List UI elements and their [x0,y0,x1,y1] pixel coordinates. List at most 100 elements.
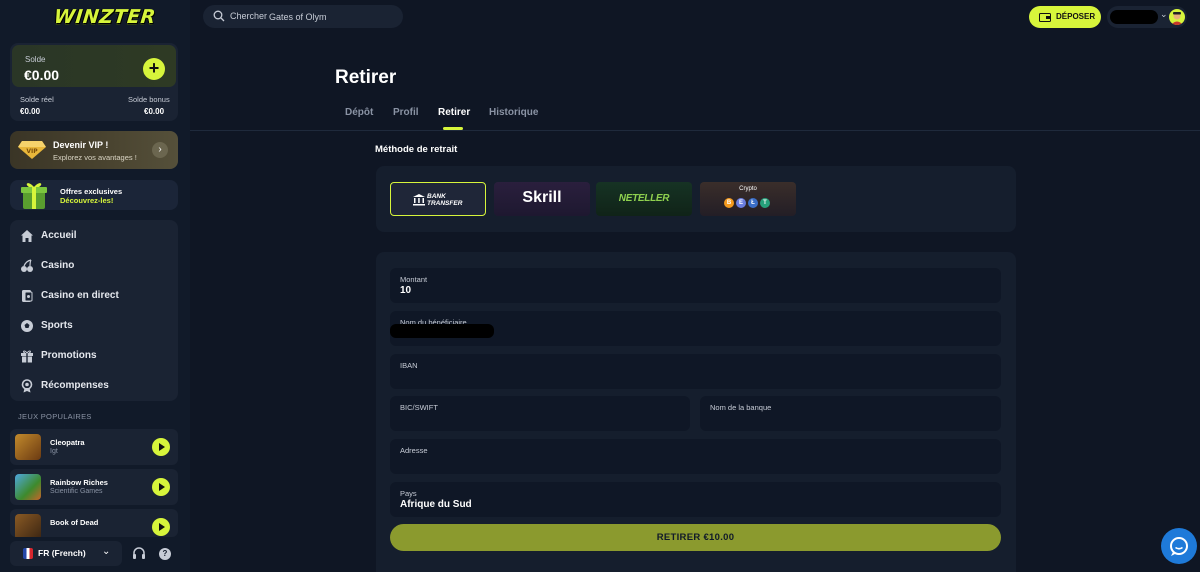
brand-logo[interactable]: WINZTER [53,6,157,28]
popular-games-title: JEUX POPULAIRES [18,412,92,421]
nav-item-rewards[interactable]: Récompenses [10,371,178,401]
search-prefix: Chercher [230,11,268,21]
ethereum-icon: E [736,198,746,208]
method-bank-transfer[interactable]: BANK TRANSFER [390,182,486,216]
balance-label: Solde [25,55,46,64]
gift-box-icon [21,183,47,209]
nav-label: Casino [41,260,75,271]
nav-label: Promotions [41,350,97,361]
tabs-divider [190,130,1200,131]
gift-icon [21,350,33,363]
withdraw-submit-button[interactable]: RETIRER €10.00 [390,524,1001,551]
nav-label: Récompenses [41,380,109,391]
search-input[interactable] [269,8,394,25]
bank-name-input[interactable] [710,413,981,424]
svg-text:VIP: VIP [26,148,38,155]
nav-item-sports[interactable]: Sports [10,311,178,341]
balance-card: Solde €0.00 + Solde réel €0.00 Solde bon… [10,43,178,121]
bank-icon [413,194,425,206]
chat-icon [1170,537,1188,556]
play-icon[interactable] [152,518,170,536]
country-field[interactable]: Pays Afrique du Sud [390,482,1001,517]
game-title: Cleopatra [50,438,85,447]
method-skrill[interactable]: Skrill [494,182,590,216]
game-provider: Scientific Games [50,488,103,495]
vip-subtitle: Explorez vos avantages ! [53,153,137,162]
chevron-right-icon[interactable]: › [152,142,168,158]
chevron-down-icon: ⌄ [1160,9,1168,19]
country-label: Pays [400,489,417,498]
username-redacted [1110,10,1158,24]
balance-summary: Solde €0.00 + [12,45,176,87]
amount-field[interactable]: Montant [390,268,1001,303]
iban-field[interactable]: IBAN [390,354,1001,389]
real-balance-label: Solde réel [20,95,54,104]
game-card[interactable]: Book of Dead [10,509,178,537]
offers-banner[interactable]: Offres exclusives Découvrez-les! [10,180,178,210]
litecoin-icon: Ł [748,198,758,208]
account-menu[interactable]: ⌄ [1107,6,1187,28]
tab-deposit[interactable]: Dépôt [345,107,373,118]
deposit-button[interactable]: DÉPOSER [1029,6,1101,28]
bank-transfer-line1: BANK [427,193,446,200]
tab-history[interactable]: Historique [489,107,538,118]
country-value[interactable]: Afrique du Sud [400,499,950,510]
game-card[interactable]: Rainbow Riches Scientific Games [10,469,178,505]
avatar[interactable] [1169,9,1185,25]
nav-item-live-casino[interactable]: Casino en direct [10,281,178,311]
wallet-icon [1039,13,1051,22]
play-icon[interactable] [152,478,170,496]
amount-label: Montant [400,275,428,284]
iban-input[interactable] [400,371,950,382]
live-casino-icon [22,290,33,302]
bank-name-field[interactable]: Nom de la banque [700,396,1001,431]
offers-title: Offres exclusives [60,187,123,196]
beneficiary-redacted [390,324,494,338]
sidebar: WINZTER Solde €0.00 + Solde réel €0.00 S… [0,0,190,572]
search-bar[interactable]: Chercher [203,5,403,28]
offers-subtitle: Découvrez-les! [60,196,114,205]
bonus-balance-value: €0.00 [144,107,165,116]
play-icon[interactable] [152,438,170,456]
bic-field[interactable]: BIC/SWIFT [390,396,690,431]
tab-profile[interactable]: Profil [393,107,419,118]
main-nav: Accueil Casino Casino en direct Sports P… [10,220,178,401]
page-title: Retirer [335,67,397,88]
soccer-ball-icon [21,320,33,332]
beneficiary-field[interactable]: Nom du bénéficiaire [390,311,1001,346]
help-icon[interactable]: ? [159,548,171,560]
bank-transfer-label: BANK TRANSFER [427,193,467,207]
vip-title: Devenir VIP ! [53,140,109,150]
iban-label: IBAN [400,361,418,370]
chat-support-button[interactable] [1161,528,1197,564]
bitcoin-icon: B [724,198,734,208]
game-title: Book of Dead [50,518,99,527]
language-selector[interactable]: FR (French) ⌄ [10,541,122,566]
language-label: FR (French) [38,548,86,558]
add-funds-button[interactable]: + [143,58,165,80]
nav-label: Sports [41,320,73,331]
amount-input[interactable] [400,285,950,296]
tab-withdraw[interactable]: Retirer [438,107,470,118]
address-field[interactable]: Adresse [390,439,1001,474]
game-thumbnail [15,514,41,537]
address-label: Adresse [400,446,428,455]
tether-icon: T [760,198,770,208]
headset-icon[interactable] [128,541,150,566]
game-card[interactable]: Cleopatra Igt [10,429,178,465]
withdraw-method-title: Méthode de retrait [375,144,458,155]
skrill-logo: Skrill [522,189,562,206]
vip-banner[interactable]: VIP Devenir VIP ! Explorez vos avantages… [10,131,178,169]
nav-item-casino[interactable]: Casino [10,251,178,281]
nav-item-promotions[interactable]: Promotions [10,341,178,371]
bic-input[interactable] [400,413,670,424]
nav-item-accueil[interactable]: Accueil [10,221,178,251]
deposit-label: DÉPOSER [1056,12,1096,21]
bank-transfer-line2: TRANSFER [427,200,463,207]
method-neteller[interactable]: NETELLER [596,182,692,216]
real-balance-value: €0.00 [20,107,41,116]
game-title: Rainbow Riches [50,478,108,487]
method-crypto[interactable]: Crypto B E Ł T [700,182,796,216]
bank-name-label: Nom de la banque [710,403,772,412]
address-input[interactable] [400,456,950,467]
